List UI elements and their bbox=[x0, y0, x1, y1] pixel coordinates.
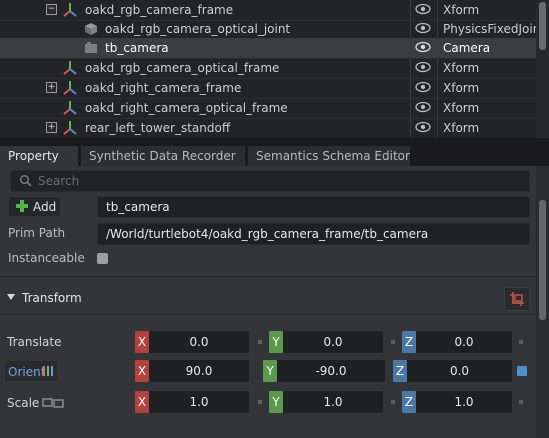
stage-row-type: Camera bbox=[443, 41, 491, 55]
transform-title: Transform bbox=[22, 291, 82, 305]
xform-icon bbox=[63, 3, 77, 17]
expand-icon[interactable]: + bbox=[46, 82, 57, 93]
eye-icon[interactable] bbox=[415, 120, 431, 134]
prim-path-value: /World/turtlebot4/oakd_rgb_camera_frame/… bbox=[106, 227, 429, 241]
scale-x-keyframe-dot[interactable] bbox=[258, 400, 262, 404]
translate-y-axis-label: Y bbox=[269, 331, 283, 353]
transform-options-button[interactable] bbox=[504, 287, 530, 311]
orient-y-field[interactable]: -90.0 bbox=[277, 360, 385, 382]
stage-row-oakd-rgb-camera-optical-joint[interactable]: oakd_rgb_camera_optical_joint PhysicsFix… bbox=[0, 19, 549, 40]
translate-z-field[interactable]: 0.0 bbox=[416, 331, 512, 353]
tab-property[interactable]: Property bbox=[0, 146, 79, 166]
stage-row-type: Xform bbox=[443, 61, 480, 75]
xform-icon bbox=[63, 121, 77, 135]
prim-name-field[interactable]: tb_camera bbox=[97, 196, 530, 218]
scale-label: Scale bbox=[7, 396, 40, 410]
divider bbox=[0, 314, 536, 315]
scale-y-keyframe-dot[interactable] bbox=[391, 400, 395, 404]
translate-z-axis-label: Z bbox=[402, 331, 416, 353]
orient-label: Orient bbox=[8, 365, 46, 379]
stage-row-oakd-right-camera-frame[interactable]: + oakd_right_camera_frame Xform bbox=[0, 78, 549, 99]
stage-row-type: Xform bbox=[443, 3, 480, 17]
property-scrollbar-thumb[interactable] bbox=[539, 200, 546, 320]
eye-icon[interactable] bbox=[415, 100, 431, 114]
collapse-triangle-icon[interactable] bbox=[7, 294, 15, 300]
stage-row-name: oakd_rgb_camera_optical_frame bbox=[85, 61, 280, 75]
stage-row-type: Xform bbox=[443, 121, 480, 135]
divider bbox=[0, 276, 536, 277]
stage-row-type: Xform bbox=[443, 101, 480, 115]
translate-label: Translate bbox=[7, 335, 62, 349]
prim-name-value: tb_camera bbox=[106, 200, 170, 214]
stage-row-name: tb_camera bbox=[105, 41, 169, 55]
stage-row-name: oakd_rgb_camera_frame bbox=[85, 3, 234, 17]
scale-x-field[interactable]: 1.0 bbox=[149, 391, 249, 413]
xform-icon bbox=[63, 61, 77, 75]
collapse-icon[interactable]: − bbox=[46, 4, 57, 15]
stage-row-type: Xform bbox=[443, 81, 480, 95]
transform-frame-icon bbox=[510, 292, 524, 306]
search-icon bbox=[19, 174, 32, 187]
orient-z-axis-label: Z bbox=[393, 360, 407, 382]
tab-semantics-schema-editor[interactable]: Semantics Schema Editor bbox=[248, 146, 411, 166]
plus-icon bbox=[16, 200, 28, 212]
scale-z-field[interactable]: 1.0 bbox=[416, 391, 512, 413]
stage-tree: − oakd_rgb_camera_frame Xform oakd_rgb_c… bbox=[0, 0, 549, 138]
scale-z-axis-label: Z bbox=[402, 391, 416, 413]
instanceable-checkbox[interactable] bbox=[97, 253, 108, 264]
link-icon[interactable] bbox=[42, 397, 64, 409]
scale-y-field[interactable]: 1.0 bbox=[283, 391, 383, 413]
scale-x-axis-label: X bbox=[135, 391, 149, 413]
rotation-order-icon[interactable] bbox=[42, 365, 54, 377]
search-input[interactable] bbox=[10, 170, 530, 192]
stage-row-type: PhysicsFixedJoin bbox=[443, 22, 541, 36]
stage-row-name: oakd_rgb_camera_optical_joint bbox=[105, 22, 291, 36]
panel-splitter[interactable] bbox=[0, 138, 549, 146]
stage-row-rear-left-tower-standoff[interactable]: + rear_left_tower_standoff Xform bbox=[0, 118, 549, 138]
eye-icon[interactable] bbox=[415, 80, 431, 94]
xform-icon bbox=[63, 81, 77, 95]
stage-row-tb-camera[interactable]: tb_camera Camera bbox=[0, 38, 549, 59]
stage-row-name: rear_left_tower_standoff bbox=[85, 121, 231, 135]
eye-icon[interactable] bbox=[415, 21, 431, 35]
add-button-label: Add bbox=[33, 200, 57, 214]
translate-keyframe-dot[interactable] bbox=[519, 340, 523, 344]
stage-row-oakd-rgb-camera-optical-frame[interactable]: oakd_rgb_camera_optical_frame Xform bbox=[0, 58, 549, 79]
prim-path-label: Prim Path bbox=[8, 226, 66, 240]
translate-x-keyframe-dot[interactable] bbox=[258, 340, 262, 344]
orient-x-axis-label: X bbox=[135, 360, 149, 382]
tab-synthetic-data-recorder[interactable]: Synthetic Data Recorder bbox=[81, 146, 246, 166]
eye-icon[interactable] bbox=[415, 40, 431, 54]
column-divider[interactable] bbox=[410, 0, 411, 138]
stage-row-oakd-rgb-camera-frame[interactable]: − oakd_rgb_camera_frame Xform bbox=[0, 0, 549, 21]
scale-y-axis-label: Y bbox=[269, 391, 283, 413]
search-placeholder: Search bbox=[38, 174, 80, 188]
translate-x-axis-label: X bbox=[135, 331, 149, 353]
stage-row-name: oakd_right_camera_optical_frame bbox=[85, 101, 288, 115]
scale-keyframe-dot[interactable] bbox=[519, 400, 523, 404]
column-divider[interactable] bbox=[437, 0, 438, 138]
tab-bar: Property Synthetic Data Recorder Semanti… bbox=[0, 146, 549, 166]
translate-x-field[interactable]: 0.0 bbox=[149, 331, 249, 353]
orient-x-field[interactable]: 90.0 bbox=[149, 360, 249, 382]
eye-icon[interactable] bbox=[415, 60, 431, 74]
stage-row-name: oakd_right_camera_frame bbox=[85, 81, 242, 95]
orient-y-axis-label: Y bbox=[263, 360, 277, 382]
translate-y-field[interactable]: 0.0 bbox=[283, 331, 383, 353]
orient-z-field[interactable]: 0.0 bbox=[407, 360, 512, 382]
camera-icon bbox=[85, 42, 97, 53]
translate-y-keyframe-dot[interactable] bbox=[391, 340, 395, 344]
joint-cube-icon bbox=[85, 23, 97, 35]
xform-icon bbox=[63, 101, 77, 115]
eye-icon[interactable] bbox=[415, 2, 431, 16]
instanceable-label: Instanceable bbox=[8, 251, 85, 265]
stage-row-oakd-right-camera-optical-frame[interactable]: oakd_right_camera_optical_frame Xform bbox=[0, 98, 549, 119]
prim-path-field[interactable]: /World/turtlebot4/oakd_rgb_camera_frame/… bbox=[97, 223, 530, 245]
orient-keyframe-dot[interactable] bbox=[517, 366, 527, 376]
expand-icon[interactable]: + bbox=[46, 122, 57, 133]
stage-scrollbar-thumb[interactable] bbox=[539, 2, 546, 50]
